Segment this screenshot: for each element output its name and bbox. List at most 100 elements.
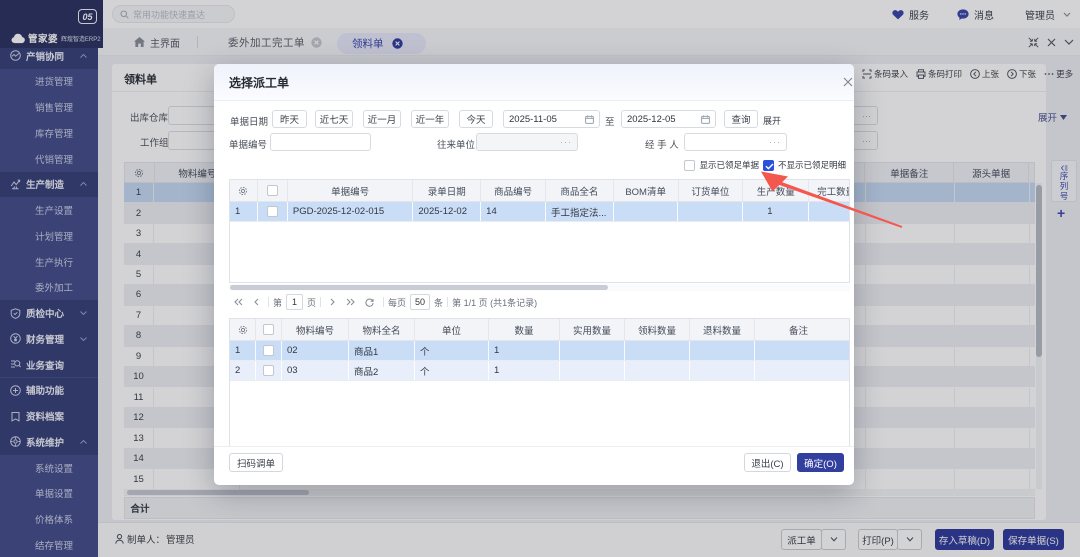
cell-product-no: 14 [481,202,546,221]
show-fulfilled-label: 显示已领足单据 [699,159,759,171]
show-fulfilled-checkbox[interactable] [684,160,695,171]
t1-col[interactable]: BOM清单 [614,180,679,201]
t1-col[interactable]: 单据编号 [288,180,414,201]
table-cell [625,341,690,360]
t2-col[interactable]: 退料数量 [690,319,755,340]
table-cell: 商品1 [349,341,415,360]
hide-fulfilled-detail-label: 不显示已领足明细 [778,159,846,171]
table-cell [755,361,842,380]
gear-header-cell [230,180,258,201]
check-icon [765,163,774,170]
quick-1year[interactable]: 近一年 [411,110,449,128]
prev-page-icon[interactable] [253,298,259,306]
table-cell: 2 [230,361,256,380]
handler-label: 经 手 人 [645,137,679,151]
pager-tiao: 条 [434,296,443,309]
cell-production-qty: 1 [743,202,809,221]
t2-col[interactable]: 备注 [755,319,842,340]
table-cell [690,341,755,360]
date-to-label: 至 [605,114,615,128]
select-all-checkbox[interactable] [263,324,274,335]
t2-col[interactable]: 物料全名 [349,319,415,340]
table-cell: 商品2 [349,361,415,380]
pager-separator [320,297,321,307]
first-page-icon[interactable] [234,298,243,306]
date-range-label: 单据日期 [230,114,268,128]
row-checkbox[interactable] [267,206,278,217]
per-page-input[interactable]: 50 [410,294,430,310]
cell-order-no: PGD-2025-12-02-015 [288,202,414,221]
row-checkbox[interactable] [263,365,274,376]
t1-col[interactable]: 订货单位 [679,180,744,201]
table-cell [690,361,755,380]
filter-expand-link[interactable]: 展开 [763,114,781,127]
pager-ye: 页 [307,296,316,309]
table-cell [625,361,690,380]
modal-title: 选择派工单 [229,74,289,91]
scan-button[interactable]: 扫码调单 [229,453,283,472]
table-cell: 03 [282,361,349,380]
modal-header-divider [214,100,854,101]
cell-done-qty [809,202,849,221]
scrollbar-thumb[interactable] [230,285,608,290]
modal-footer-divider [214,446,854,447]
t2-col[interactable]: 单位 [415,319,489,340]
table-cell: 1 [230,341,256,360]
pager-summary: 第 1/1 页 (共1条记录) [452,296,537,309]
quick-yesterday[interactable]: 昨天 [272,110,307,128]
t1-col[interactable]: 商品全名 [546,180,614,201]
materials-table-body: 102商品1个1203商品2个1 [230,341,849,381]
cell-order-unit [678,202,743,221]
quick-1month[interactable]: 近一月 [363,110,401,128]
modal-header [214,64,854,100]
quick-today[interactable]: 今天 [459,110,493,128]
handler-input[interactable]: ··· [684,133,787,151]
partner-input[interactable]: ··· [476,133,578,151]
date-from-input[interactable]: 2025-11-05 [503,110,600,128]
calendar-icon [701,115,710,124]
handler-ellipsis[interactable]: ··· [769,137,781,147]
date-to-input[interactable]: 2025-12-05 [621,110,716,128]
ok-button[interactable]: 确定(O) [797,453,844,472]
orderno-input[interactable] [270,133,371,151]
table-cell: 个 [415,361,489,380]
select-all-cell [258,180,288,201]
date-to-value: 2025-12-05 [627,114,676,125]
last-page-icon[interactable] [346,298,355,306]
table-cell: 1 [489,361,560,380]
modal-close-icon[interactable] [843,77,853,87]
materials-row[interactable]: 102商品1个1 [230,341,849,361]
materials-row[interactable]: 2 03商品2个1 [230,361,849,381]
partner-ellipsis[interactable]: ··· [560,137,572,147]
search-button[interactable]: 查询 [724,110,758,128]
gear-icon[interactable] [238,325,248,335]
t1-col[interactable]: 录单日期 [413,180,481,201]
t2-col[interactable]: 物料编号 [282,319,349,340]
next-page-icon[interactable] [330,298,336,306]
gear-header-cell [230,319,256,340]
orders-row[interactable]: 1 PGD-2025-12-02-015 2025-12-02 14 手工指定法… [230,202,849,222]
cell-checkbox [256,361,282,380]
table-cell: 02 [282,341,349,360]
refresh-icon[interactable] [365,298,374,307]
t2-col[interactable]: 领料数量 [625,319,690,340]
table-cell [560,361,625,380]
t1-col[interactable]: 商品编号 [481,180,546,201]
cell-checkbox [258,202,288,221]
t1-col[interactable]: 完工数量 [809,180,849,201]
page-input[interactable]: 1 [286,294,303,310]
pager-separator [447,297,448,307]
gear-icon[interactable] [238,186,248,196]
pager-separator [268,297,269,307]
row-checkbox[interactable] [263,345,274,356]
t2-col[interactable]: 实用数量 [560,319,625,340]
orders-hscrollbar[interactable] [229,284,850,291]
dispatch-select-modal: 选择派工单 单据日期 昨天 近七天 近一月 近一年 今天 2025-11-05 … [214,64,854,485]
quick-7days[interactable]: 近七天 [315,110,353,128]
t1-col[interactable]: 生产数量 [743,180,809,201]
cell-checkbox [256,341,282,360]
hide-fulfilled-detail-checkbox[interactable] [763,160,774,171]
exit-button[interactable]: 退出(C) [744,453,791,472]
t2-col[interactable]: 数量 [489,319,560,340]
select-all-checkbox[interactable] [267,185,278,196]
